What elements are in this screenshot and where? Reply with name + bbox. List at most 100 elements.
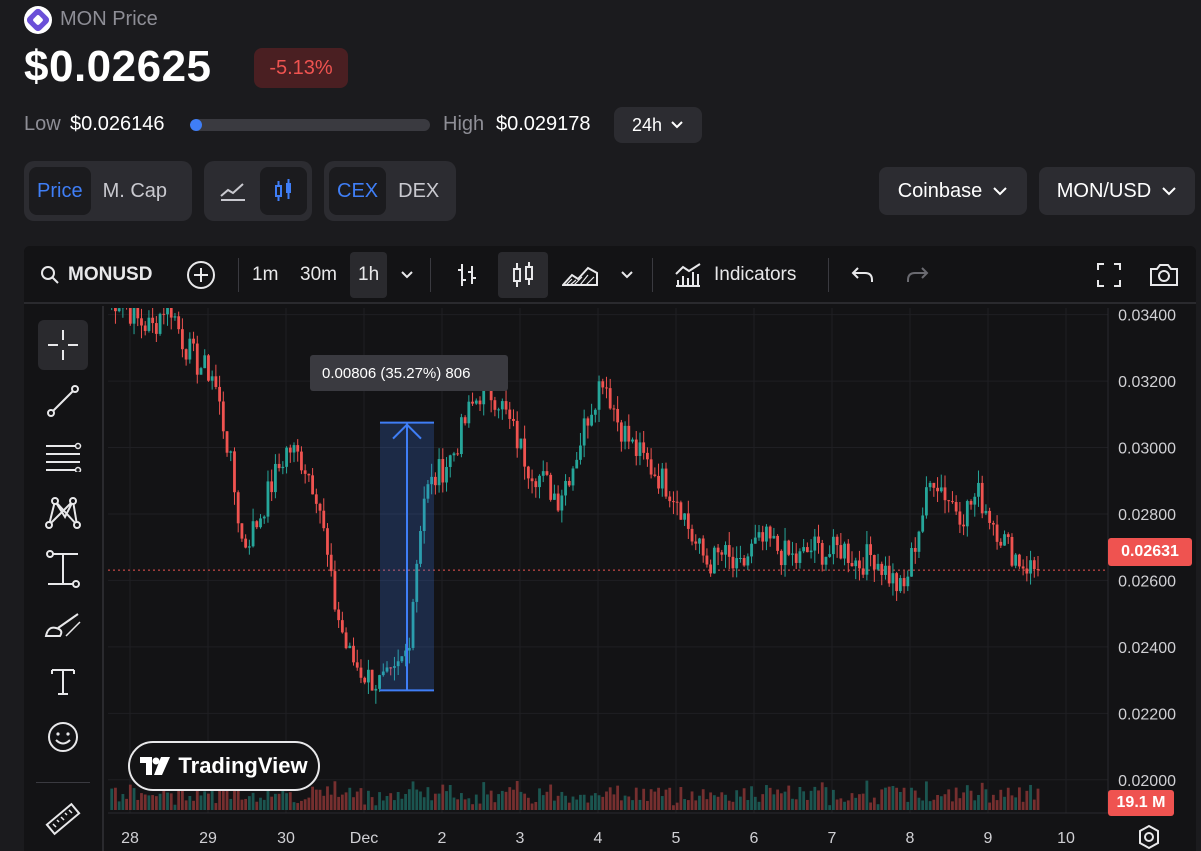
- timeframe-1h[interactable]: 1h: [350, 252, 388, 298]
- screenshot-button[interactable]: [1148, 252, 1180, 298]
- candle-body: [579, 445, 582, 460]
- volume-bar: [251, 792, 255, 810]
- price-toggle[interactable]: Price: [29, 167, 91, 215]
- volume-bar: [288, 792, 292, 810]
- volume-bar: [805, 799, 809, 810]
- candle-body: [765, 526, 768, 542]
- tradingview-logo[interactable]: TradingView: [128, 741, 320, 791]
- volume-bar: [906, 801, 910, 810]
- candle-body: [140, 318, 143, 326]
- candle-body: [199, 368, 203, 375]
- volume-bar: [556, 795, 560, 810]
- candle-chart-toggle[interactable]: [260, 167, 307, 215]
- volume-bar: [582, 794, 586, 810]
- undo-button[interactable]: [850, 252, 876, 298]
- y-tick-label: 0.02600: [1118, 573, 1176, 590]
- ruler-tool[interactable]: [38, 794, 88, 844]
- period-dropdown[interactable]: 24h: [614, 107, 702, 143]
- measure-tool[interactable]: [38, 544, 88, 594]
- candle-body: [221, 401, 225, 432]
- candle-body: [817, 536, 820, 544]
- volume-bar: [605, 791, 608, 810]
- candle-body: [898, 578, 902, 592]
- trend-line-tool[interactable]: [38, 376, 88, 426]
- symbol-search[interactable]: MONUSD: [40, 252, 152, 298]
- candle-body: [608, 388, 612, 409]
- volume-bar: [300, 800, 303, 810]
- volume-bar: [411, 781, 415, 810]
- area-style-button[interactable]: [562, 252, 598, 298]
- candles-style-button[interactable]: [498, 252, 548, 298]
- mcap-toggle[interactable]: M. Cap: [95, 167, 175, 215]
- candle-body: [783, 540, 787, 566]
- candle-body: [910, 547, 913, 577]
- compare-symbol-button[interactable]: [186, 252, 216, 298]
- redo-button[interactable]: [904, 252, 930, 298]
- candle-body: [523, 438, 527, 467]
- volume-bar: [694, 800, 698, 810]
- volume-bar: [891, 785, 895, 810]
- volume-bar: [504, 791, 508, 810]
- volume-bar: [653, 791, 657, 810]
- candle-body: [798, 551, 802, 563]
- candle-body: [214, 376, 218, 387]
- volume-bar: [928, 801, 932, 810]
- candle-body: [731, 556, 735, 569]
- candle-body: [779, 550, 783, 566]
- pair-dropdown[interactable]: MON/USD: [1039, 167, 1195, 215]
- candle-body: [474, 400, 478, 404]
- candle-body: [649, 459, 653, 475]
- volume-bar: [162, 789, 166, 810]
- measure-readout: 0.00806 (35.27%) 806: [310, 355, 508, 391]
- candle-body: [575, 459, 579, 469]
- candle-body: [1029, 560, 1032, 574]
- pattern-tool[interactable]: [38, 488, 88, 538]
- volume-bar: [820, 782, 824, 810]
- candle-body: [984, 510, 988, 514]
- line-chart-toggle[interactable]: [209, 167, 256, 215]
- candle-body: [802, 547, 806, 552]
- volume-bar: [943, 794, 947, 810]
- fullscreen-button[interactable]: [1096, 252, 1122, 298]
- x-tick-label: 29: [199, 830, 217, 847]
- volume-bar: [880, 789, 884, 810]
- indicators-button[interactable]: Indicators: [674, 252, 796, 298]
- volume-bar: [158, 793, 162, 810]
- volume-bar: [482, 782, 486, 810]
- volume-bar: [753, 796, 757, 810]
- volume-bar: [486, 794, 489, 810]
- candle-body: [467, 401, 471, 424]
- candle-body: [192, 338, 195, 344]
- candle-body: [761, 532, 765, 542]
- timeframe-30m[interactable]: 30m: [300, 252, 337, 298]
- chart-style-dropdown[interactable]: [620, 252, 634, 298]
- exchange-dropdown[interactable]: Coinbase: [879, 167, 1027, 215]
- chart-settings-button[interactable]: [1136, 824, 1162, 851]
- indicators-label: Indicators: [714, 264, 797, 285]
- volume-bar: [564, 795, 567, 810]
- volume-bar: [597, 795, 601, 810]
- cex-toggle[interactable]: CEX: [329, 167, 387, 215]
- text-icon: [51, 669, 75, 695]
- bars-style-button[interactable]: [454, 252, 480, 298]
- volume-bar: [333, 781, 337, 810]
- volume-bar: [646, 800, 649, 810]
- brush-tool[interactable]: [38, 600, 88, 650]
- volume-bar: [958, 798, 962, 810]
- volume-bar: [307, 797, 311, 810]
- chevron-down-icon: [671, 121, 683, 129]
- timeframe-1m[interactable]: 1m: [252, 252, 278, 298]
- volume-bar: [835, 799, 839, 810]
- emoji-tool[interactable]: [38, 712, 88, 762]
- fib-tool[interactable]: [38, 432, 88, 482]
- dex-toggle[interactable]: DEX: [390, 167, 447, 215]
- candle-body: [660, 468, 664, 489]
- candle-body: [500, 401, 504, 410]
- crosshair-tool[interactable]: [38, 320, 88, 370]
- volume-bar: [344, 792, 348, 810]
- timeframe-dropdown[interactable]: [400, 252, 414, 298]
- candle-body: [616, 408, 620, 423]
- volume-bar: [497, 794, 500, 810]
- volume-bar: [553, 800, 556, 810]
- text-tool[interactable]: [38, 656, 88, 706]
